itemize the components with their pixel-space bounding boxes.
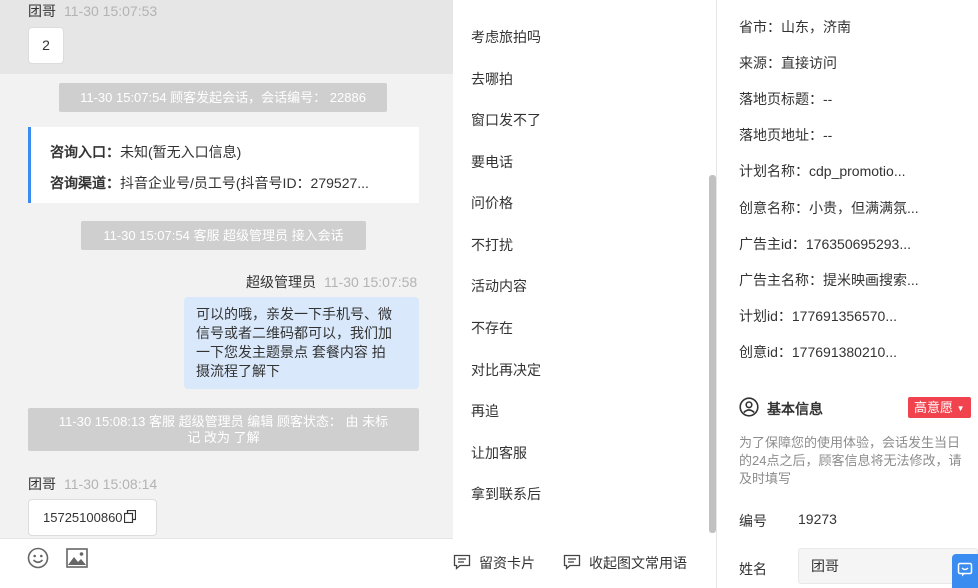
phrase-item[interactable]: 不存在 (471, 318, 513, 338)
customer-info-panel: 省市：山东，济南 来源：直接访问 落地页标题：-- 落地页地址：-- 计划名称：… (717, 0, 978, 588)
sender-name: 超级管理员 (246, 274, 316, 290)
info-row-advertiser-id: 广告主id：176350695293... (739, 236, 911, 252)
image-icon (66, 547, 88, 571)
agent-message-bubble[interactable]: 可以的哦，亲发一下手机号、微 信号或者二维码都可以，我们加 一下您发主题景点 套… (184, 297, 419, 389)
info-row-landing-title: 落地页标题：-- (739, 91, 833, 107)
phrase-item[interactable]: 让加客服 (471, 443, 527, 463)
edit-notice: 为了保障您的使用体验，会话发生当日的24点之后，顾客信息将无法修改，请及时填写 (739, 435, 962, 486)
entrance-label: 咨询入口： (50, 144, 120, 160)
floating-chat-button[interactable] (952, 554, 978, 588)
chat-toolbar (0, 538, 453, 588)
info-row-region: 省市：山东，济南 (739, 19, 851, 35)
collapse-phrases-button[interactable]: 收起图文常用语 (563, 553, 687, 573)
chat-panel: 团哥 11-30 15:07:53 2 11-30 15:07:54 顾客发起会话… (0, 0, 453, 588)
name-label: 姓名 (739, 561, 767, 577)
entry-info-card: 咨询入口：未知(暂无入口信息) 咨询渠道：抖音企业号/员工号(抖音号ID：279… (28, 127, 419, 203)
name-field[interactable]: 团哥 (798, 548, 978, 584)
phrase-item[interactable]: 去哪拍 (471, 69, 513, 89)
entrance-value: 未知(暂无入口信息) (120, 144, 242, 160)
sender-name: 团哥 (28, 476, 56, 492)
phrase-item[interactable]: 再追 (471, 401, 499, 421)
phrase-item[interactable]: 对比再决定 (471, 360, 541, 380)
channel-label: 咨询渠道： (50, 175, 120, 191)
phrase-item[interactable]: 活动内容 (471, 276, 527, 296)
message-header: 团哥 11-30 15:07:53 (28, 1, 157, 21)
image-button[interactable] (65, 547, 89, 571)
message-line: 信号或者二维码都可以，我们加 (196, 325, 392, 341)
channel-value: 抖音企业号/员工号(抖音号ID：279527... (120, 175, 369, 191)
message-line: 摄流程了解下 (196, 363, 280, 379)
info-row-creative-name: 创意名称：小贵，但满满氛... (739, 200, 919, 216)
caret-down-icon: ▼ (956, 404, 965, 414)
info-row-source: 来源：直接访问 (739, 55, 837, 71)
message-card-icon (453, 554, 471, 573)
intent-dropdown[interactable]: 高意愿 ▼ (908, 397, 971, 418)
system-message: 11-30 15:08:13 客服 超级管理员 编辑 顾客状态： 由 未标 记 … (28, 408, 419, 451)
phrase-item[interactable]: 考虑旅拍吗 (471, 27, 541, 47)
phrase-item[interactable]: 拿到联系后 (471, 484, 541, 504)
info-row-creative-id: 创意id：177691380210... (739, 344, 897, 360)
message-header: 团哥 11-30 15:08:14 (28, 474, 157, 494)
message-text: 15725100860 (43, 510, 123, 525)
channel-line: 咨询渠道：抖音企业号/员工号(抖音号ID：279527... (50, 173, 400, 193)
chat-icon (957, 562, 973, 581)
info-row-plan-name: 计划名称：cdp_promotio... (739, 163, 906, 179)
message-time: 11-30 15:07:53 (64, 3, 158, 19)
info-row-landing-url: 落地页地址：-- (739, 127, 833, 143)
intent-badge-label: 高意愿 (914, 400, 954, 415)
message-time: 11-30 15:08:14 (64, 476, 158, 492)
message-list-icon (563, 554, 581, 573)
collapse-phrases-label: 收起图文常用语 (589, 555, 687, 571)
lead-card-button[interactable]: 留资卡片 (453, 553, 535, 573)
basic-info-title: 基本信息 (739, 397, 823, 420)
system-message: 11-30 15:07:54 客服 超级管理员 接入会话 (81, 221, 366, 250)
smiley-icon (27, 547, 49, 572)
copy-icon[interactable] (123, 501, 136, 536)
message-bubble[interactable]: 15725100860 (28, 499, 157, 536)
user-circle-icon (739, 397, 759, 420)
info-row-plan-id: 计划id：177691356570... (739, 308, 897, 324)
lead-card-label: 留资卡片 (479, 555, 535, 571)
emoji-button[interactable] (26, 547, 50, 571)
phrase-item[interactable]: 要电话 (471, 152, 513, 172)
basic-info-label: 基本信息 (767, 400, 823, 417)
system-message-line: 11-30 15:08:13 客服 超级管理员 编辑 顾客状态： 由 未标 (58, 414, 389, 429)
info-row-advertiser-name: 广告主名称：提米映画搜索... (739, 272, 919, 288)
message-header: 超级管理员 11-30 15:07:58 (246, 272, 417, 292)
system-message-line: 记 改为 了解 (187, 430, 260, 445)
message-bubble[interactable]: 2 (28, 27, 64, 64)
entrance-line: 咨询入口：未知(暂无入口信息) (50, 142, 400, 162)
quick-phrases-panel: 考虑旅拍吗 去哪拍 窗口发不了 要电话 问价格 不打扰 活动内容 不存在 对比再… (453, 0, 717, 588)
system-message: 11-30 15:07:54 顾客发起会话，会话编号： 22886 (59, 83, 387, 112)
phrases-scrollbar[interactable] (709, 175, 716, 533)
message-line: 一下您发主题景点 套餐内容 拍 (196, 344, 386, 360)
message-line: 可以的哦，亲发一下手机号、微 (196, 306, 392, 322)
id-label: 编号 (739, 513, 767, 529)
phrase-item[interactable]: 问价格 (471, 193, 513, 213)
id-value: 19273 (798, 511, 837, 527)
phrase-item[interactable]: 不打扰 (471, 235, 513, 255)
sender-name: 团哥 (28, 3, 56, 19)
phrase-item[interactable]: 窗口发不了 (471, 110, 541, 130)
message-time: 11-30 15:07:58 (324, 274, 418, 290)
